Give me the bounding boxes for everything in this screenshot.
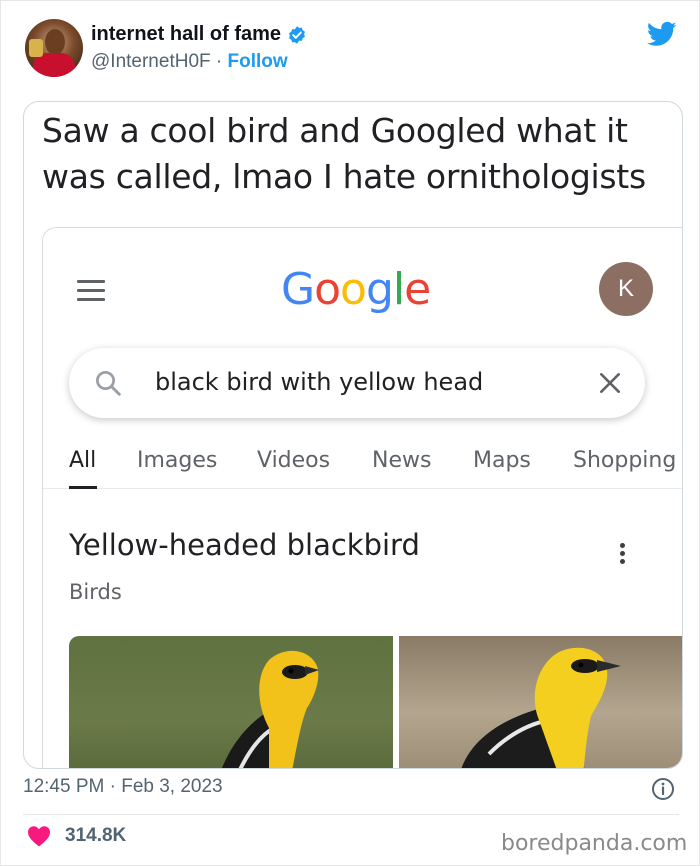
tab-videos: Videos: [257, 448, 331, 473]
info-icon[interactable]: [651, 777, 675, 801]
search-icon: [96, 371, 121, 396]
google-search-screenshot: Google K black bird with yellow head All…: [42, 227, 682, 768]
follow-button[interactable]: Follow: [228, 51, 288, 72]
verified-badge-icon: [289, 25, 305, 44]
like-section[interactable]: 314.8K: [27, 825, 126, 847]
result-subtitle: Birds: [69, 580, 122, 604]
handle-separator: ·: [215, 51, 223, 72]
tweet-timestamp[interactable]: 12:45 PM · Feb 3, 2023: [23, 776, 223, 798]
tab-images: Images: [137, 448, 218, 473]
tweet-media[interactable]: Saw a cool bird and Googled what it was …: [23, 101, 683, 769]
bird-photo-1: [69, 636, 393, 768]
tweet-card: internet hall of fame @InternetH0F · Fol…: [0, 0, 700, 866]
author-handle[interactable]: @InternetH0F: [91, 51, 211, 72]
account-avatar: K: [599, 262, 653, 316]
search-tabs: All Images Videos News Maps Shopping: [43, 438, 682, 489]
author-handle-row: @InternetH0F · Follow: [91, 51, 288, 73]
active-tab-indicator: [69, 486, 97, 489]
bird-photo-2: [399, 636, 682, 768]
like-count[interactable]: 314.8K: [65, 825, 126, 847]
tab-news: News: [372, 448, 432, 473]
author-name-row[interactable]: internet hall of fame: [91, 23, 307, 46]
avatar-trophy: [29, 39, 43, 57]
result-title: Yellow-headed blackbird: [69, 528, 420, 562]
screenshot-caption: Saw a cool bird and Googled what it was …: [42, 111, 646, 196]
tab-all: All: [69, 448, 97, 473]
more-options-icon: [617, 540, 627, 574]
tab-shopping: Shopping: [573, 448, 677, 473]
google-logo: Google: [281, 264, 431, 315]
twitter-bird-icon[interactable]: [645, 19, 679, 49]
avatar-face: [45, 29, 65, 55]
tab-maps: Maps: [473, 448, 531, 473]
boredpanda-watermark: boredpanda.com: [501, 831, 688, 856]
search-bar: black bird with yellow head: [69, 348, 645, 418]
search-query-text: black bird with yellow head: [155, 368, 484, 396]
clear-search-icon: [600, 373, 620, 393]
hamburger-menu-icon: [77, 280, 105, 302]
author-avatar[interactable]: [25, 19, 83, 77]
divider: [23, 814, 679, 815]
heart-icon[interactable]: [27, 825, 51, 847]
author-display-name[interactable]: internet hall of fame: [91, 23, 281, 46]
